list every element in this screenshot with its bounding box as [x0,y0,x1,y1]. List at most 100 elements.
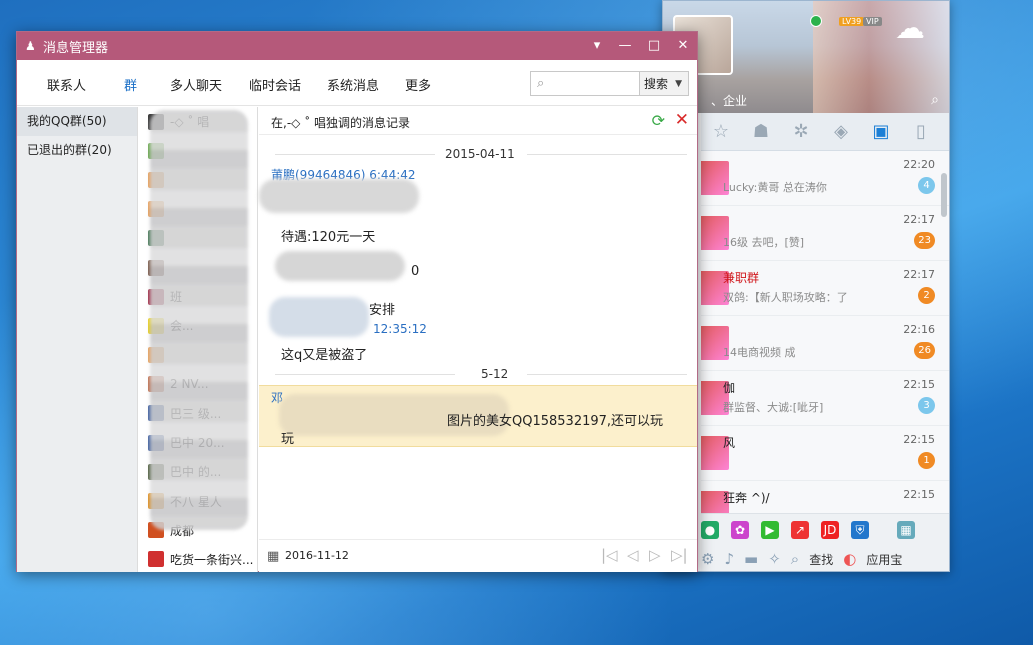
message-text: 待遇:120元一天 [281,230,376,245]
chat-history-title: 在,-◇ ˚ 唱独调的消息记录 [271,116,411,130]
search-icon[interactable]: ⌕ [931,92,939,108]
qq-main-panel: LV39 VIP ☁ 、企业 ⌕ ☆ ☗ ✲ ◈ ▣ ▯ Lucky:黄哥 总在… [662,0,950,572]
unread-badge: 1 [918,452,935,469]
refresh-icon[interactable]: ⟳ [652,111,665,130]
shield-icon[interactable]: ⛨ [851,520,869,539]
conversation-item[interactable]: 风 22:15 1 [701,426,949,481]
conversation-item[interactable]: 14电商视频 成 22:16 26 [701,316,949,371]
message-text: 安排 [369,303,396,318]
online-status-icon[interactable] [810,15,822,27]
first-page-icon[interactable]: |◁ [601,546,618,564]
unread-badge: 2 [918,287,935,304]
sidebar-item-left-groups[interactable]: 已退出的群(20) [17,136,137,165]
jd-icon[interactable]: JD [821,520,839,539]
chart-icon[interactable]: ↗ [791,520,809,539]
message-text: 这q又是被盗了 [281,348,368,363]
conversation-item[interactable]: 16级 去吧，[赞] 22:17 23 [701,206,949,261]
phone-icon[interactable]: ▯ [901,121,941,142]
next-page-icon[interactable]: ▷ [649,546,661,564]
search-box: ⌕ [530,71,640,96]
conversation-item[interactable]: 兼职群 双鸽:【新人职场攻略：了 22:17 2 [701,261,949,316]
date-separator: 5-12 [259,367,697,381]
search-input[interactable] [531,72,639,95]
conversation-list: Lucky:黄哥 总在涛你 22:20 4 16级 去吧，[赞] 22:17 23 兼职群双… [701,151,949,513]
chevron-down-icon[interactable]: ▼ [675,79,682,89]
conversation-time: 22:16 [903,323,935,336]
menu-dropdown-button[interactable]: ▾ [587,36,607,56]
selected-date[interactable]: 2016-11-12 [285,549,349,562]
delete-icon[interactable]: ✕ [675,110,689,130]
app-icon[interactable]: ● [701,520,719,539]
conversation-item[interactable]: Lucky:黄哥 总在涛你 22:20 4 [701,151,949,206]
window-title: 消息管理器 [43,40,109,56]
maximize-button[interactable]: □ [644,36,664,56]
group-list-item[interactable]: 吃货一条街兴... [138,545,257,572]
weather-icon[interactable]: ☁ [895,11,941,51]
tab-multi-chat[interactable]: 多人聊天 [170,75,222,94]
conversation-name: 风 [723,436,736,450]
conversation-preview: Lucky:黄哥 总在涛你 [723,181,827,194]
title-bar[interactable]: ♟ 消息管理器 ▾ — □ ✕ [17,32,697,60]
tab-groups[interactable]: 群 [124,75,137,94]
play-icon[interactable]: ▶ [761,520,779,539]
conversation-name: 狂奔 ^)/ [723,491,770,505]
tab-more[interactable]: 更多 [405,75,431,94]
vip-badge: VIP [863,17,882,26]
conversation-item[interactable]: 狂奔 ^)/ 22:15 [701,481,949,513]
unread-badge: 23 [914,232,935,249]
favorites-icon[interactable]: ✧ [768,550,781,568]
highlighted-message[interactable]: 邓 图片的美女QQ158532197,还可以玩 玩 [259,385,697,447]
app-store-icon[interactable]: ◐ [843,550,856,568]
close-button[interactable]: ✕ [673,36,693,56]
redacted-area [259,179,419,213]
last-page-icon[interactable]: ▷| [671,546,688,564]
conversation-preview: 14电商视频 成 [723,346,796,359]
star-icon[interactable]: ☆ [701,121,741,142]
date-label: 2015-04-11 [445,147,515,161]
message-text: 0 [411,264,420,279]
scrollbar[interactable] [941,173,947,217]
app-icon[interactable]: ✿ [731,520,749,539]
unread-badge: 3 [918,397,935,414]
qq-profile-header: LV39 VIP ☁ 、企业 ⌕ [663,1,949,113]
calendar-icon[interactable]: ▦ [267,549,279,564]
settings-icon[interactable]: ⚙ [701,550,714,568]
redacted-area [150,110,248,530]
conversation-preview: 16级 去吧，[赞] [723,236,805,249]
conversation-time: 22:15 [903,433,935,446]
redacted-area [275,251,405,281]
gear-icon[interactable]: ✲ [781,121,821,142]
qq-penguin-icon: ♟ [25,39,36,53]
date-separator: 2015-04-11 [259,147,697,161]
message-manager-window: ♟ 消息管理器 ▾ — □ ✕ 联系人 群 多人聊天 临时会话 系统消息 更多 … [16,31,698,572]
contacts-icon[interactable]: ☗ [741,121,781,142]
tab-contacts[interactable]: 联系人 [47,75,86,94]
bottom-toolbar: ⚙ ♪ ▬ ✧ ⌕ 查找 ◐ 应用宝 [701,545,949,571]
group-icon[interactable]: ◈ [821,121,861,142]
tab-system-messages[interactable]: 系统消息 [327,75,379,94]
qq-search-bar[interactable]: 、企业 ⌕ [701,87,949,113]
find-icon[interactable]: ⌕ [791,550,799,568]
find-button[interactable]: 查找 [809,551,833,568]
conversation-time: 22:15 [903,488,935,501]
recent-chats-icon[interactable]: ▣ [861,121,901,142]
redacted-area [269,297,369,337]
grid-icon[interactable]: ▦ [897,520,915,539]
conversation-name: 伽 [723,381,736,395]
chat-history-pane: 在,-◇ ˚ 唱独调的消息记录 ⟳ ✕ 2015-04-11 莆鹏(994648… [259,107,697,572]
sidebar-item-my-groups[interactable]: 我的QQ群(50) [17,107,137,136]
message-time: 12:35:12 [373,322,427,336]
chat-header: 在,-◇ ˚ 唱独调的消息记录 ⟳ ✕ [259,107,697,135]
search-button[interactable]: 搜索 ▼ [639,71,689,96]
volume-icon[interactable]: ♪ [724,550,734,568]
conversation-time: 22:20 [903,158,935,171]
prev-page-icon[interactable]: ◁ [627,546,639,564]
unread-badge: 4 [918,177,935,194]
conversation-time: 22:17 [903,268,935,281]
minimize-button[interactable]: — [615,36,635,56]
conversation-item[interactable]: 伽群监督、大诚:[呲牙] 22:15 3 [701,371,949,426]
message-text: 图片的美女QQ158532197,还可以玩 [447,414,664,429]
app-store-button[interactable]: 应用宝 [866,551,902,568]
tab-temp-session[interactable]: 临时会话 [249,75,301,94]
folder-icon[interactable]: ▬ [744,550,758,568]
